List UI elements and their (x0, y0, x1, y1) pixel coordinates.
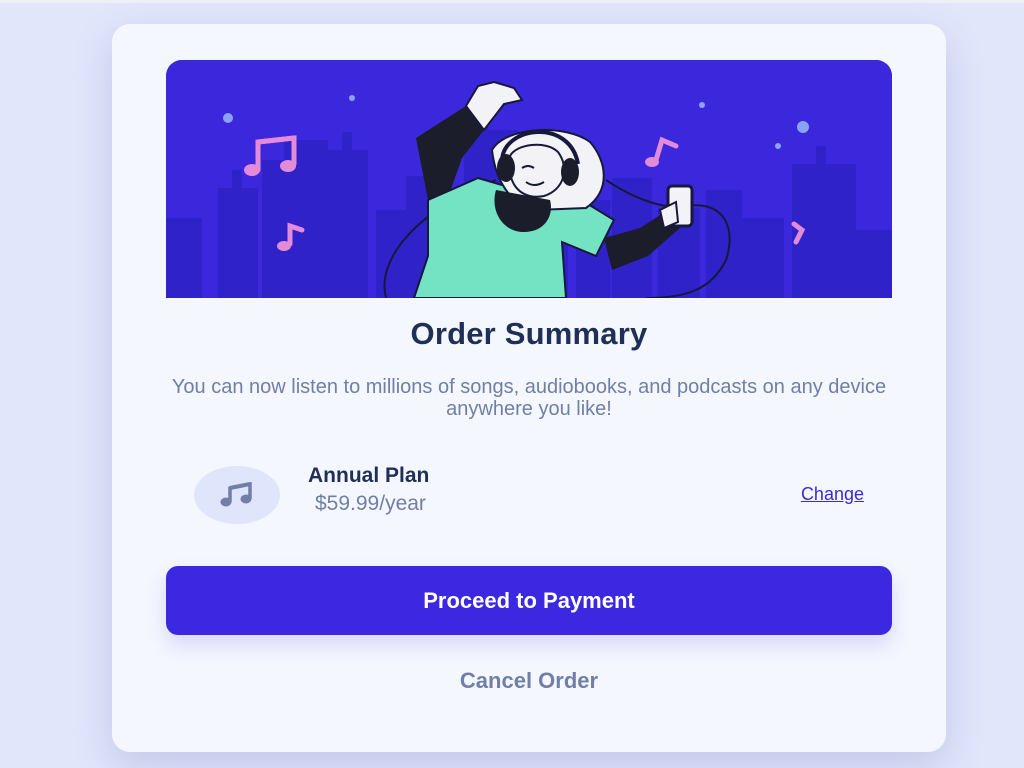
hero-illustration (166, 60, 892, 298)
browser-edge (0, 0, 1024, 3)
plan-summary: Annual Plan $59.99/year Change (166, 458, 892, 532)
page-title: Order Summary (410, 316, 648, 351)
plan-name: Annual Plan (308, 464, 430, 487)
plan-price: $59.99/year (315, 492, 426, 515)
cancel-order-button[interactable]: Cancel Order (112, 664, 946, 698)
music-note-icon (194, 466, 280, 524)
order-description: You can now listen to millions of songs,… (171, 376, 887, 420)
order-summary-card: Order Summary You can now listen to mill… (112, 24, 946, 752)
proceed-to-payment-button[interactable]: Proceed to Payment (166, 566, 892, 635)
change-plan-link[interactable]: Change (801, 484, 864, 505)
